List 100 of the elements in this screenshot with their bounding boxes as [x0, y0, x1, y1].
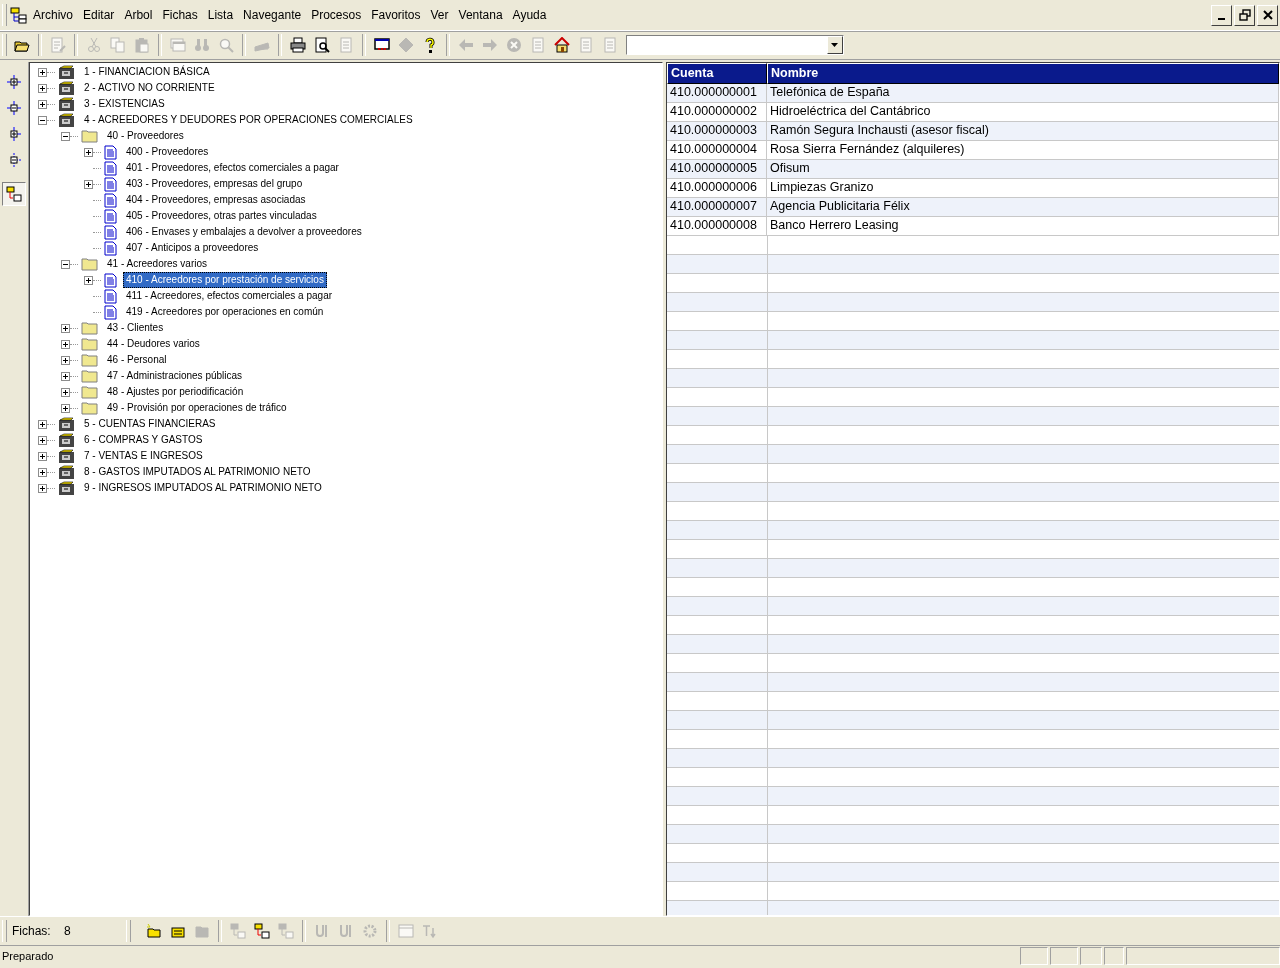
tree-item[interactable]: 405 - Proveedores, otras partes vinculadas [123, 208, 320, 224]
cabinet-icon [58, 464, 75, 480]
tree-item[interactable]: 4 - ACREEDORES Y DEUDORES POR OPERACIONES COMERCIALES [81, 112, 416, 128]
arrow-right-icon [482, 37, 498, 53]
document-icon [104, 208, 117, 224]
menu-item[interactable]: Arbol [119, 8, 158, 22]
expander-toggle[interactable] [61, 355, 70, 365]
tree-link-icon [254, 923, 270, 939]
table-cell: 410.000000005 [667, 160, 767, 178]
document-icon [104, 160, 117, 176]
menu-item[interactable]: Fichas [157, 8, 203, 22]
tree-item[interactable]: 404 - Proveedores, empresas asociadas [123, 192, 309, 208]
minimize-button[interactable] [1211, 4, 1232, 26]
tree-item[interactable]: 6 - COMPRAS Y GASTOS [81, 432, 206, 448]
tree-item[interactable]: 411 - Acreedores, efectos comerciales a pagar [123, 288, 336, 304]
status-text: Preparado [1, 950, 55, 962]
cabinet-icon [58, 112, 75, 128]
document-icon [104, 144, 117, 160]
bend-right-icon [338, 923, 354, 939]
tree-item[interactable]: 410 - Acreedores por prestación de servicios [123, 272, 327, 288]
expander-toggle[interactable] [38, 435, 47, 445]
side-toolbar-button[interactable] [2, 182, 26, 206]
tree-item[interactable]: 8 - GASTOS IMPUTADOS AL PATRIMONIO NETO [81, 464, 314, 480]
close-button[interactable] [1257, 4, 1278, 26]
tree-item[interactable]: 400 - Proveedores [123, 144, 212, 160]
tree-item[interactable]: 40 - Proveedores [104, 128, 187, 144]
expander-toggle[interactable] [38, 99, 47, 109]
tree-item[interactable]: 46 - Personal [104, 352, 170, 368]
expander-toggle[interactable] [84, 275, 93, 285]
tree-item[interactable]: 49 - Provisión por operaciones de tráfico [104, 400, 290, 416]
expander-toggle[interactable] [61, 403, 70, 413]
expander-toggle[interactable] [61, 323, 70, 333]
table-cell: 410.000000007 [667, 198, 767, 216]
tree-item[interactable]: 43 - Clientes [104, 320, 167, 336]
tree-item[interactable]: 47 - Administraciones públicas [104, 368, 246, 384]
folder-icon [81, 385, 98, 399]
tree-item[interactable]: 1 - FINANCIACION BÁSICA [81, 64, 213, 80]
expander-toggle[interactable] [84, 179, 93, 189]
folder-icon [81, 129, 98, 143]
table-cell: 410.000000006 [667, 179, 767, 197]
window-icon [398, 923, 414, 939]
tree-item[interactable]: 403 - Proveedores, empresas del grupo [123, 176, 306, 192]
records-count: 8 [64, 924, 72, 938]
menu-item[interactable]: Ventana [453, 8, 508, 22]
restore-button[interactable] [1234, 4, 1255, 26]
page-icon [338, 37, 354, 53]
expander-toggle[interactable] [61, 371, 70, 381]
expander-toggle[interactable] [61, 387, 70, 397]
tree-item[interactable]: 7 - VENTAS E INGRESOS [81, 448, 206, 464]
copy-icon [110, 37, 126, 53]
tree-item[interactable]: 5 - CUENTAS FINANCIERAS [81, 416, 219, 432]
expander-toggle[interactable] [61, 131, 70, 141]
expander-toggle[interactable] [38, 451, 47, 461]
folder-icon [81, 337, 98, 351]
expander-toggle[interactable] [38, 419, 47, 429]
column-header[interactable]: Nombre [767, 63, 1279, 84]
dropdown-button[interactable] [827, 36, 843, 54]
expander-toggle[interactable] [38, 115, 47, 125]
menu-item[interactable]: Favoritos [366, 8, 426, 22]
folder-icon [81, 321, 98, 335]
tree-item[interactable]: 407 - Anticipos a proveedores [123, 240, 262, 256]
menu-item[interactable]: Ayuda [507, 8, 552, 22]
expander-toggle[interactable] [84, 147, 93, 157]
document-icon [104, 240, 117, 256]
folder-icon [81, 353, 98, 367]
cabinet-icon [58, 96, 75, 112]
tree-item[interactable]: 419 - Acreedores por operaciones en común [123, 304, 327, 320]
text-size-icon [422, 923, 438, 939]
expander-toggle[interactable] [38, 483, 47, 493]
tree-item[interactable]: 2 - ACTIVO NO CORRIENTE [81, 80, 218, 96]
document-icon [104, 272, 117, 288]
tree-item[interactable]: 3 - EXISTENCIAS [81, 96, 168, 112]
expander-toggle[interactable] [61, 339, 70, 349]
expander-toggle[interactable] [38, 67, 47, 77]
tree-item[interactable]: 48 - Ajustes por periodificación [104, 384, 247, 400]
table-cell: Hidroeléctrica del Cantábrico [767, 103, 1279, 121]
windows-icon [170, 37, 186, 53]
combo-box[interactable] [626, 35, 844, 55]
stop-circle-icon [506, 37, 522, 53]
tree-item[interactable]: 44 - Deudores varios [104, 336, 203, 352]
menu-item[interactable]: Lista [202, 8, 239, 22]
tree-item[interactable]: 406 - Envases y embalajes a devolver a proveedores [123, 224, 365, 240]
search-icon [218, 37, 234, 53]
menu-item[interactable]: Procesos [306, 8, 367, 22]
menu-item[interactable]: Navegante [238, 8, 307, 22]
menu-item[interactable]: Ver [425, 8, 454, 22]
grid-page-icon [530, 37, 546, 53]
expander-toggle[interactable] [38, 83, 47, 93]
new-folder-icon [146, 923, 162, 939]
tree-item[interactable]: 9 - INGRESOS IMPUTADOS AL PATRIMONIO NETO [81, 480, 325, 496]
expander-toggle[interactable] [38, 467, 47, 477]
tree-item[interactable]: 401 - Proveedores, efectos comerciales a pagar [123, 160, 342, 176]
table-cell: Agencia Publicitaria Félix [767, 198, 1279, 216]
menu-item[interactable]: Editar [78, 8, 120, 22]
document-icon [104, 192, 117, 208]
column-header[interactable]: Cuenta [667, 63, 767, 84]
tree-item[interactable]: 41 - Acreedores varios [104, 256, 211, 272]
table-cell: Ofisum [767, 160, 1279, 178]
expander-toggle[interactable] [61, 259, 70, 269]
menu-item[interactable]: Archivo [28, 8, 78, 22]
